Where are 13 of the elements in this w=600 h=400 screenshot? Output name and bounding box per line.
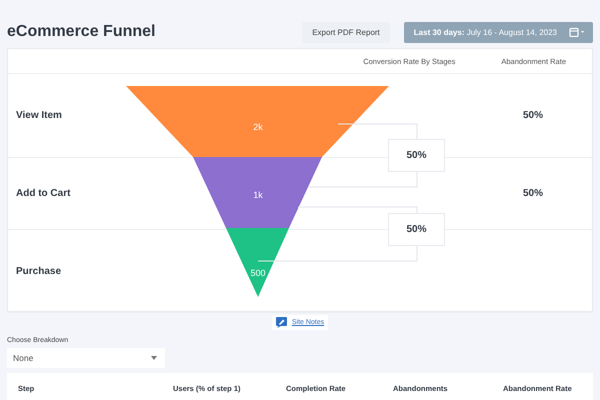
stage-label: Add to Cart [16,188,70,199]
stage-value: 500 [249,268,267,278]
page-title: eCommerce Funnel [7,23,156,41]
conversion-rate: 50% [388,139,445,172]
export-pdf-button[interactable]: Export PDF Report [302,22,390,42]
stage-label: View Item [16,110,62,121]
stage-value: 1k [252,190,264,200]
abandonment-rate: 50% [523,188,544,199]
abandonment-rate: 50% [523,110,544,121]
stage-label: Purchase [16,266,62,276]
stage-value: 2k [252,122,264,132]
conversion-rate: 50% [388,213,445,246]
breakdown-dropdown[interactable]: None [7,348,165,368]
